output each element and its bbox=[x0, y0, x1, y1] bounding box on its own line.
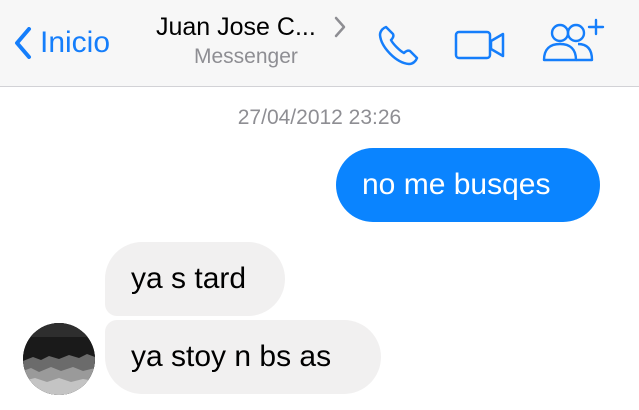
contact-name: Juan Jose C... bbox=[156, 13, 316, 41]
add-group-icon[interactable] bbox=[538, 16, 608, 68]
video-camera-icon[interactable] bbox=[453, 26, 509, 62]
back-button[interactable]: Inicio bbox=[14, 20, 110, 66]
message-text: ya stoy n bs as bbox=[131, 340, 332, 373]
chevron-right-icon bbox=[333, 16, 347, 43]
conversation-title[interactable]: Juan Jose C... Messenger bbox=[150, 8, 370, 80]
avatar[interactable] bbox=[23, 323, 95, 395]
phone-icon[interactable] bbox=[376, 22, 422, 68]
navigation-bar: Inicio Juan Jose C... Messenger bbox=[0, 0, 639, 87]
message-text: ya s tard bbox=[131, 262, 247, 295]
back-label: Inicio bbox=[40, 26, 111, 59]
message-text: no me busqes bbox=[362, 168, 551, 201]
incoming-message-bubble[interactable]: ya stoy n bs as bbox=[105, 320, 381, 394]
incoming-message-bubble[interactable]: ya s tard bbox=[105, 242, 285, 316]
outgoing-message-bubble[interactable]: no me busqes bbox=[336, 148, 600, 222]
chevron-left-icon bbox=[14, 27, 32, 59]
message-timestamp: 27/04/2012 23:26 bbox=[237, 106, 402, 129]
conversation-subtitle: Messenger bbox=[194, 45, 298, 68]
